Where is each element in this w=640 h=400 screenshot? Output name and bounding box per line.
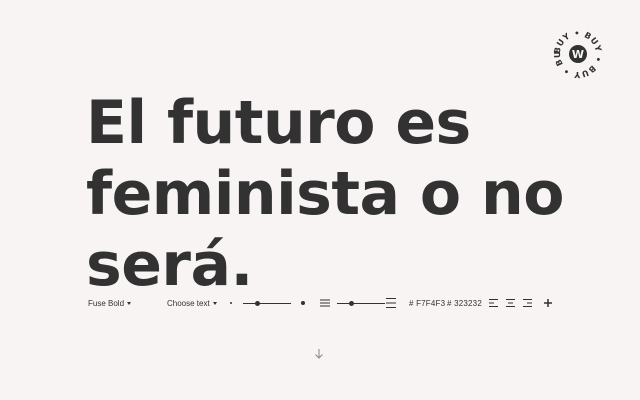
leading-loose-icon [386, 294, 396, 312]
text-select[interactable]: Choose text [167, 294, 217, 312]
chevron-down-icon [212, 301, 217, 305]
dot-small-icon [230, 302, 232, 304]
dot-large-icon [301, 301, 305, 305]
specimen-line: El futuro es [86, 88, 471, 158]
slider-handle[interactable] [254, 300, 260, 306]
chevron-down-icon [127, 301, 132, 305]
align-center-icon[interactable] [506, 294, 515, 312]
slider-track [337, 302, 385, 304]
type-tester-toolbar: Fuse Bold Choose text # F7F4F3 # 323232 [88, 294, 558, 312]
text-color-field[interactable]: # 323232 [447, 294, 482, 312]
background-color-value: # F7F4F3 [409, 298, 446, 308]
align-right-icon[interactable] [523, 294, 532, 312]
buy-badge-graphic: BUY • BUY • BUY • BUY • W [552, 28, 603, 80]
specimen-line: feminista o no [86, 159, 564, 229]
background-color-field[interactable]: # F7F4F3 [409, 294, 445, 312]
plus-icon[interactable] [544, 294, 552, 312]
align-left-icon[interactable] [489, 294, 498, 312]
font-select-label: Fuse Bold [88, 298, 125, 308]
text-select-label: Choose text [167, 298, 210, 308]
font-size-slider[interactable] [243, 294, 291, 312]
text-color-value: # 323232 [447, 298, 482, 308]
buy-badge[interactable]: BUY • BUY • BUY • BUY • W [552, 28, 604, 80]
arrow-down-icon[interactable] [313, 346, 325, 360]
specimen-text[interactable]: El futuro es feminista o no será. [86, 88, 606, 301]
slider-track [243, 302, 291, 304]
badge-center-letter: W [572, 48, 584, 61]
slider-handle[interactable] [348, 300, 354, 306]
font-select[interactable]: Fuse Bold [88, 294, 132, 312]
line-height-slider[interactable] [337, 294, 385, 312]
specimen-line: será. [86, 230, 253, 300]
leading-tight-icon [320, 294, 330, 312]
